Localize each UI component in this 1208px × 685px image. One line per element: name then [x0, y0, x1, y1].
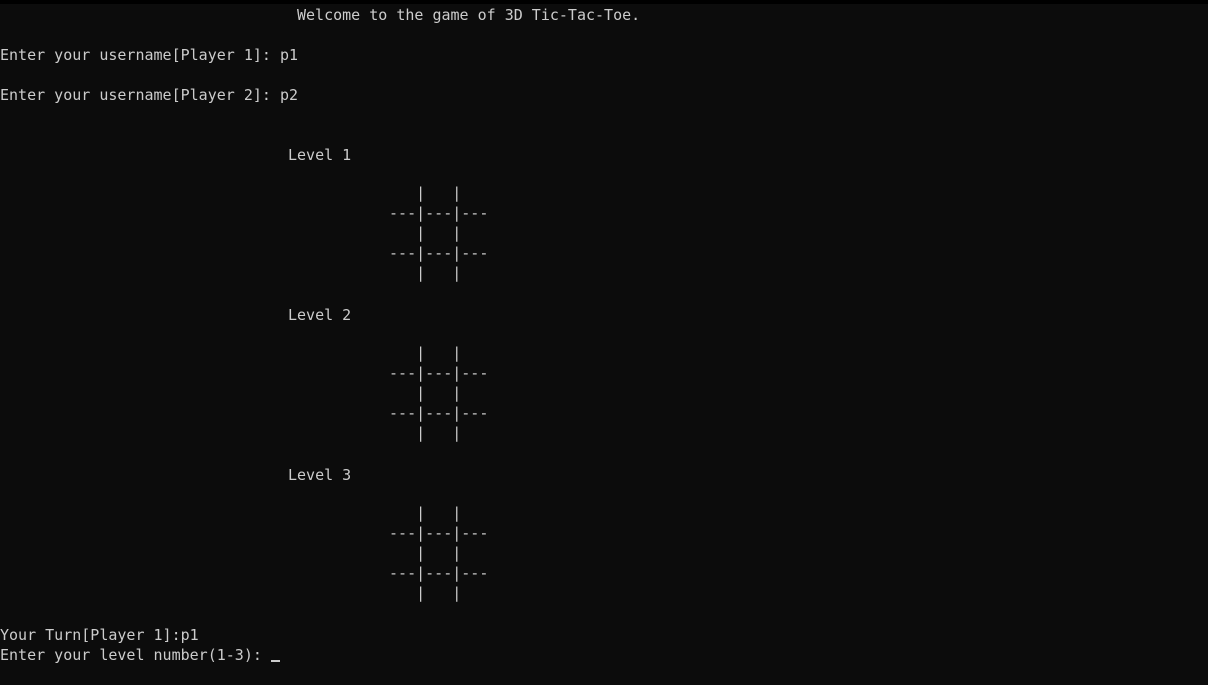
- level-3-label: Level 3: [288, 466, 352, 484]
- level-1-board: | | ---|---|--- | | ---|---|--- | |: [389, 184, 489, 282]
- welcome-title: Welcome to the game of 3D Tic-Tac-Toe.: [297, 6, 641, 24]
- level-2-label: Level 2: [288, 306, 352, 324]
- level-1-label: Level 1: [288, 146, 352, 164]
- text-cursor: [270, 660, 280, 662]
- level-2-board: | | ---|---|--- | | ---|---|--- | |: [389, 344, 489, 442]
- player2-username-prompt: Enter your username[Player 2]: p2: [0, 86, 299, 104]
- current-turn-text: Your Turn[Player 1]:p1: [0, 626, 199, 644]
- level-3-board: | | ---|---|--- | | ---|---|--- | |: [389, 504, 489, 602]
- level-prompt-text: Enter your level number(1-3):: [0, 646, 271, 664]
- title-bar-strip: [0, 0, 1208, 4]
- player1-username-prompt: Enter your username[Player 1]: p1: [0, 46, 299, 64]
- level-number-prompt[interactable]: Enter your level number(1-3):: [0, 645, 280, 665]
- terminal-window[interactable]: Welcome to the game of 3D Tic-Tac-Toe. E…: [0, 0, 1208, 685]
